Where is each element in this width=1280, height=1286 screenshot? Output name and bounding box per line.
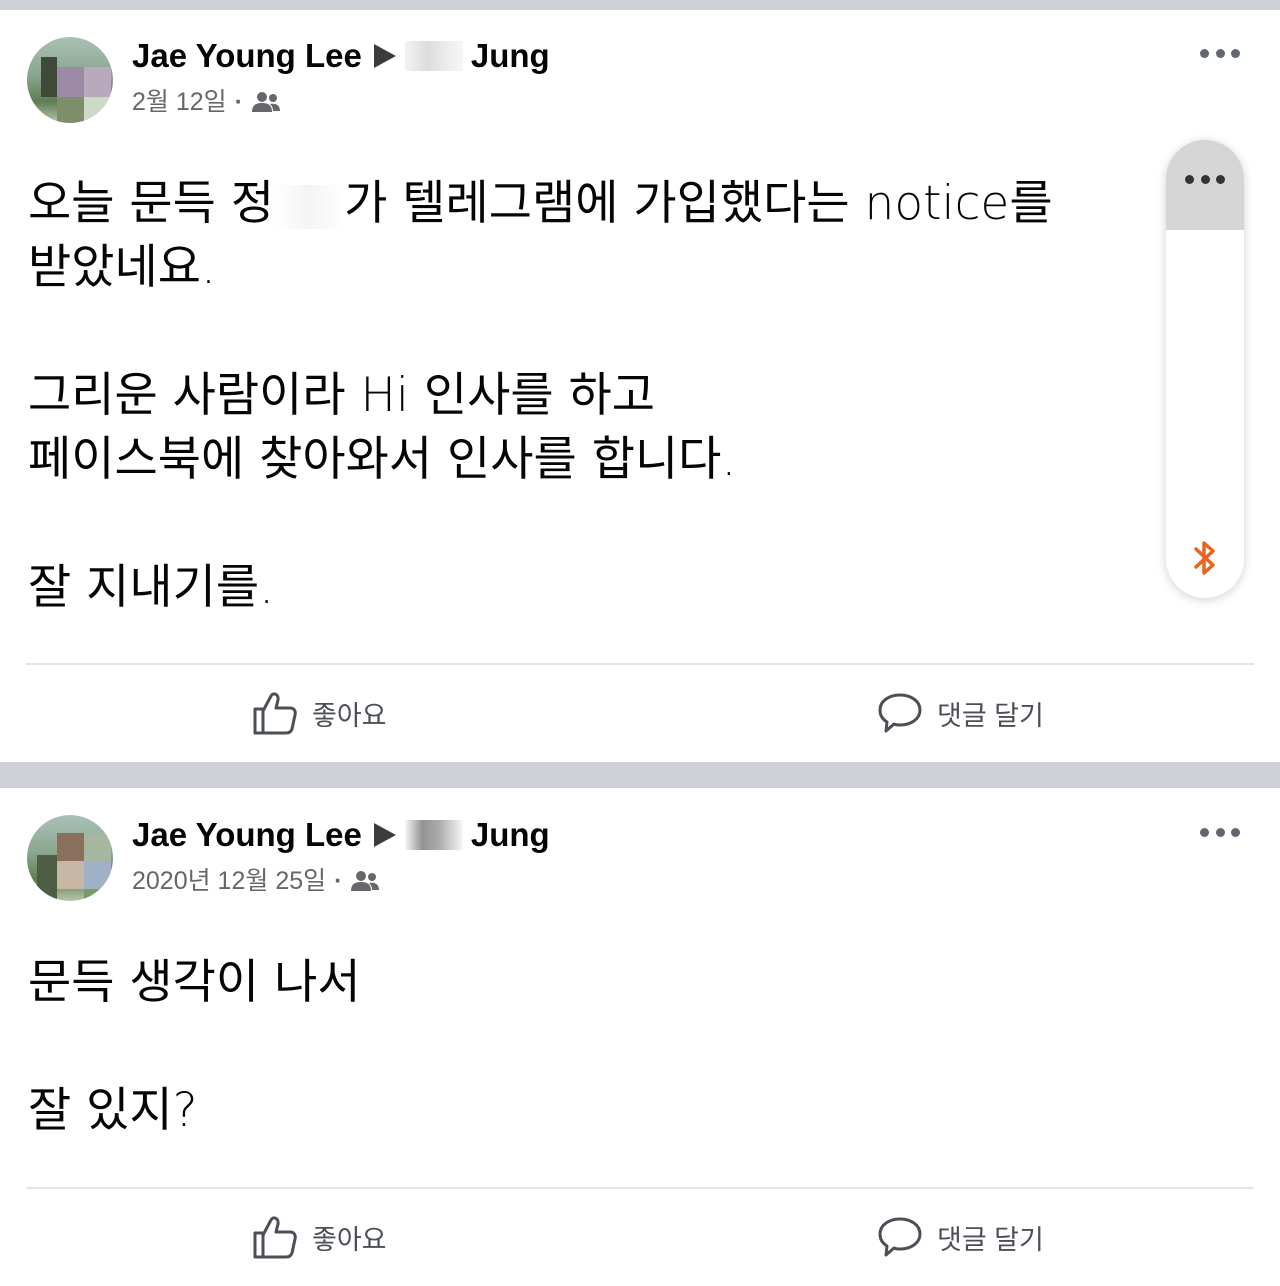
redacted-name-blur xyxy=(404,41,463,71)
comment-button[interactable]: 댓글 달기 xyxy=(877,1212,1044,1262)
more-options-icon[interactable] xyxy=(1200,822,1240,842)
post-meta: 2월 12일 · xyxy=(132,85,281,119)
recipient-name[interactable]: Jung xyxy=(471,36,550,76)
post-header-names: Jae Young Lee Jung xyxy=(132,815,550,855)
friends-icon xyxy=(351,871,380,891)
post-line: 오늘 문득 정가 텔레그램에 가입했다는 notice를 xyxy=(28,176,1053,231)
action-divider xyxy=(26,663,1254,665)
thumbs-up-icon xyxy=(253,1216,297,1259)
feed-separator xyxy=(0,762,1280,788)
post-line: 페이스북에 찾아와서 인사를 합니다. xyxy=(28,432,737,487)
like-button[interactable]: 좋아요 xyxy=(252,1212,387,1262)
post-card-2: Jae Young Lee Jung 2020년 12월 25일 · 문득 생각… xyxy=(0,788,1280,1286)
more-dots-icon[interactable] xyxy=(1185,173,1225,185)
post-line: 잘 있지? xyxy=(28,1083,198,1138)
post-line: 그리운 사람이라 Hi 인사를 하고 xyxy=(28,368,656,423)
post-card-1: Jae Young Lee Jung 2월 12일 · 오늘 문득 정가 텔레그… xyxy=(0,10,1280,762)
author-name[interactable]: Jae Young Lee xyxy=(132,815,362,855)
scroll-thumb[interactable] xyxy=(1166,140,1244,230)
comment-label: 댓글 달기 xyxy=(937,1224,1044,1255)
more-options-icon[interactable] xyxy=(1200,43,1240,63)
action-divider xyxy=(26,1187,1254,1189)
meta-separator-dot: · xyxy=(334,867,343,895)
post-body: 문득 생각이 나서 잘 있지? xyxy=(28,951,1138,1143)
like-label: 좋아요 xyxy=(312,700,387,731)
comment-button[interactable]: 댓글 달기 xyxy=(877,688,1044,738)
post-line: 문득 생각이 나서 xyxy=(28,955,361,1010)
post-meta: 2020년 12월 25일 · xyxy=(132,864,380,898)
redacted-name-blur xyxy=(404,820,463,850)
edge-panel-handle[interactable] xyxy=(1166,140,1244,598)
friends-icon xyxy=(252,92,280,112)
like-button[interactable]: 좋아요 xyxy=(252,688,387,738)
bluetooth-icon[interactable] xyxy=(1188,538,1222,578)
avatar[interactable] xyxy=(27,815,113,901)
comment-icon xyxy=(878,1217,922,1257)
redacted-text-blur xyxy=(274,184,345,229)
arrow-right-icon xyxy=(373,44,396,68)
recipient-name[interactable]: Jung xyxy=(471,815,550,855)
post-line: 받았네요. xyxy=(28,240,216,295)
meta-separator-dot: · xyxy=(234,88,243,116)
avatar[interactable] xyxy=(27,37,113,123)
author-name[interactable]: Jae Young Lee xyxy=(132,36,362,76)
post-body: 오늘 문득 정가 텔레그램에 가입했다는 notice를 받았네요. 그리운 사… xyxy=(28,172,1138,620)
thumbs-up-icon xyxy=(253,692,297,735)
comment-icon xyxy=(878,693,922,733)
arrow-right-icon xyxy=(373,823,396,847)
feed-separator-top xyxy=(0,0,1280,10)
post-date[interactable]: 2월 12일 xyxy=(132,85,227,119)
post-header-names: Jae Young Lee Jung xyxy=(132,36,550,76)
like-label: 좋아요 xyxy=(312,1224,387,1255)
post-date[interactable]: 2020년 12월 25일 xyxy=(132,864,326,898)
post-line: 잘 지내기를. xyxy=(28,560,275,615)
comment-label: 댓글 달기 xyxy=(937,700,1044,731)
